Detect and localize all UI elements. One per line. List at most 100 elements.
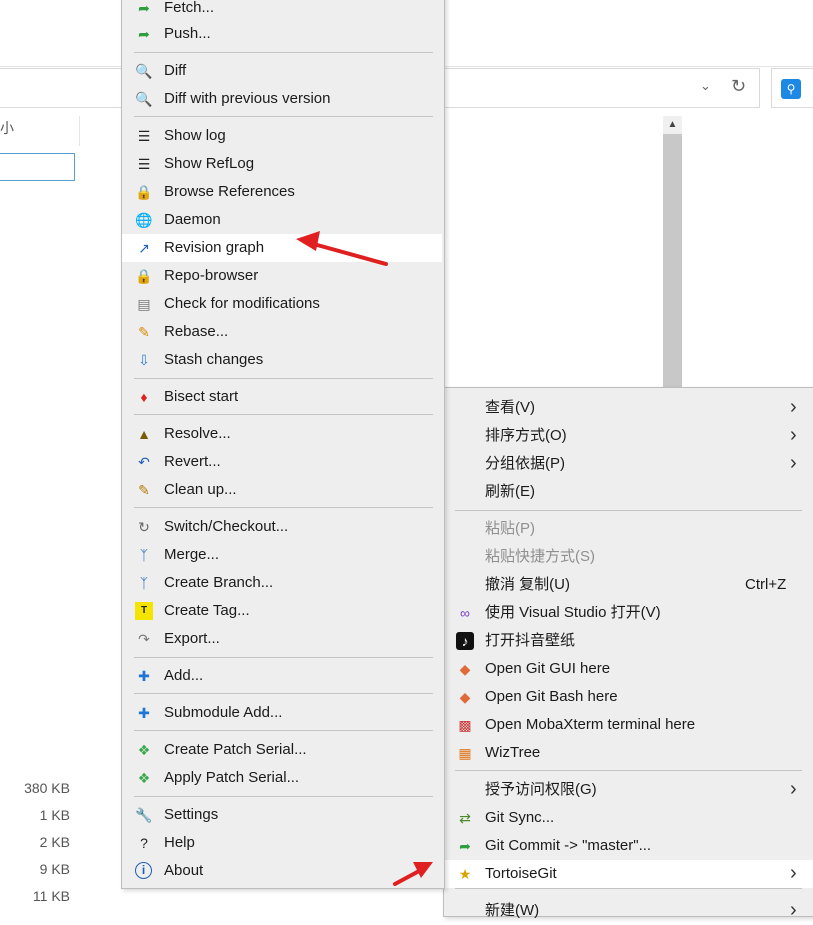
menu-item-label: Bisect start <box>164 388 239 405</box>
tortoise-menu-item[interactable]: ✎ Rebase... <box>122 318 442 346</box>
plus-icon: ✚ <box>138 705 150 721</box>
tortoise-menu-item[interactable]: 🔒 Browse References <box>122 178 442 206</box>
context-menu-item[interactable]: ◆ Open Git Bash here <box>444 683 813 711</box>
tortoise-menu-item[interactable]: ❖ Create Patch Serial... <box>122 736 442 764</box>
context-menu-item[interactable]: 分组依据(P) › <box>444 450 813 478</box>
context-menu-item[interactable]: 查看(V) › <box>444 394 813 422</box>
tortoise-menu-item[interactable]: ? Help <box>122 829 442 857</box>
context-menu-item[interactable]: ▩ Open MobaXterm terminal here <box>444 711 813 739</box>
file-size: 1 KB <box>39 807 70 823</box>
fetch-icon: ➦ <box>138 0 150 16</box>
menu-separator <box>455 888 802 889</box>
menu-separator <box>134 693 433 694</box>
menu-item-label: Show log <box>164 127 226 144</box>
tortoise-menu-item[interactable]: T Create Tag... <box>122 597 442 625</box>
tortoise-menu-item[interactable]: ↗ Revision graph <box>122 234 442 262</box>
search-box[interactable]: ⚲ <box>771 68 813 108</box>
tortoise-menu-item[interactable]: ▲ Resolve... <box>122 420 442 448</box>
context-menu-item[interactable]: 粘贴快捷方式(S) <box>444 543 813 571</box>
tortoise-menu-item[interactable]: ↶ Revert... <box>122 448 442 476</box>
tortoise-menu-item[interactable]: ✎ Clean up... <box>122 476 442 504</box>
menu-item-label: Submodule Add... <box>164 704 283 721</box>
tortoise-menu-item[interactable]: ✚ Submodule Add... <box>122 699 442 727</box>
menu-item-label: 排序方式(O) <box>485 427 567 444</box>
refresh-icon[interactable]: ↻ <box>731 76 746 97</box>
scroll-up-button[interactable]: ▲ <box>663 116 682 134</box>
menu-item-label: Create Patch Serial... <box>164 741 307 758</box>
chevron-right-icon: › <box>790 862 797 884</box>
context-menu-item[interactable]: ∞ 使用 Visual Studio 打开(V) <box>444 599 813 627</box>
tortoise-menu-item[interactable]: ᛉ Create Branch... <box>122 569 442 597</box>
context-menu-item[interactable]: 粘贴(P) <box>444 515 813 543</box>
check-modifications-icon: ▤ <box>137 296 151 312</box>
menu-item-label: Create Tag... <box>164 602 250 619</box>
wiztree-icon: ▦ <box>458 745 472 761</box>
tortoise-menu-item[interactable]: ✚ Add... <box>122 662 442 690</box>
menu-item-label: WizTree <box>485 744 541 761</box>
context-menu-item[interactable]: ★ TortoiseGit › <box>444 860 813 888</box>
context-menu-item[interactable]: ▦ WizTree <box>444 739 813 767</box>
menu-item-label: 粘贴快捷方式(S) <box>485 548 595 565</box>
context-menu-item[interactable]: ♪ 打开抖音壁纸 <box>444 627 813 655</box>
menu-item-label: 分组依据(P) <box>485 455 565 472</box>
menu-item-label: Open MobaXterm terminal here <box>485 716 696 733</box>
chevron-right-icon: › <box>790 452 797 474</box>
tortoise-menu-item[interactable]: 🔧 Settings <box>122 801 442 829</box>
tortoise-menu-item[interactable]: ᛉ Merge... <box>122 541 442 569</box>
tortoise-menu-item[interactable]: ➦ Push... <box>122 20 442 48</box>
menu-separator <box>134 116 433 117</box>
menu-item-label: About <box>164 862 204 879</box>
menu-item-label: Revision graph <box>164 239 265 256</box>
file-size: 9 KB <box>39 861 70 877</box>
context-menu-item[interactable]: ◆ Open Git GUI here <box>444 655 813 683</box>
tortoise-menu-item[interactable]: ☰ Show log <box>122 122 442 150</box>
context-menu-item[interactable]: 排序方式(O) › <box>444 422 813 450</box>
menu-item-label: Show RefLog <box>164 155 255 172</box>
push-icon: ➦ <box>138 26 150 42</box>
context-menu-item[interactable]: 撤消 复制(U) Ctrl+Z <box>444 571 813 599</box>
file-size: 11 KB <box>32 888 70 904</box>
tortoise-menu-item[interactable]: 🌐 Daemon <box>122 206 442 234</box>
menu-item-label: Diff <box>164 62 187 79</box>
menu-separator <box>455 770 802 771</box>
address-dropdown-icon[interactable]: ⌄ <box>700 78 711 94</box>
menu-item-label: Revert... <box>164 453 221 470</box>
bisect-icon: ♦ <box>140 389 148 405</box>
menu-item-label: TortoiseGit <box>485 865 557 882</box>
tortoise-menu-item[interactable]: ↷ Export... <box>122 625 442 653</box>
menu-item-label: Check for modifications <box>164 295 320 312</box>
menu-separator <box>134 52 433 53</box>
size-column-header[interactable]: 大小 <box>0 118 14 138</box>
context-menu-item[interactable]: 刷新(E) <box>444 478 813 506</box>
tortoise-menu-item[interactable]: ↻ Switch/Checkout... <box>122 513 442 541</box>
menu-shortcut: Ctrl+Z <box>745 576 787 593</box>
git-gui-icon: ◆ <box>459 661 471 677</box>
tortoise-menu-item[interactable]: i About <box>122 857 442 885</box>
resolve-icon: ▲ <box>137 426 151 442</box>
tortoise-menu-item[interactable]: ☰ Show RefLog <box>122 150 442 178</box>
tortoise-menu-item[interactable]: ⇩ Stash changes <box>122 346 442 374</box>
vertical-scrollbar[interactable] <box>663 116 682 391</box>
tortoise-menu-item[interactable]: ▤ Check for modifications <box>122 290 442 318</box>
branch-icon: ᛉ <box>139 575 149 591</box>
log-icon: ☰ <box>137 128 151 144</box>
tortoise-menu-item[interactable]: ❖ Apply Patch Serial... <box>122 764 442 792</box>
tortoise-menu-item[interactable]: 🔍 Diff <box>122 57 442 85</box>
menu-item-label: Open Git Bash here <box>485 688 618 705</box>
visual-studio-icon: ∞ <box>460 605 470 621</box>
tortoise-menu-item[interactable]: 🔍 Diff with previous version <box>122 85 442 113</box>
revision-graph-icon: ↗ <box>138 240 150 256</box>
menu-item-label: 使用 Visual Studio 打开(V) <box>485 604 661 621</box>
context-menu-item[interactable]: 新建(W) › <box>444 897 813 925</box>
tortoise-menu-item[interactable]: ➦ Fetch... <box>122 0 442 22</box>
menu-item-label: Rebase... <box>164 323 229 340</box>
context-menu-item[interactable]: ➦ Git Commit -> "master"... <box>444 832 813 860</box>
stash-icon: ⇩ <box>138 352 150 368</box>
context-menu-item[interactable]: ⇄ Git Sync... <box>444 804 813 832</box>
chevron-right-icon: › <box>790 778 797 800</box>
tortoise-menu-item[interactable]: 🔒 Repo-browser <box>122 262 442 290</box>
douyin-icon: ♪ <box>456 632 474 650</box>
tortoise-menu-item[interactable]: ♦ Bisect start <box>122 383 442 411</box>
context-menu-item[interactable]: 授予访问权限(G) › <box>444 776 813 804</box>
rename-edit-box[interactable] <box>0 153 75 181</box>
